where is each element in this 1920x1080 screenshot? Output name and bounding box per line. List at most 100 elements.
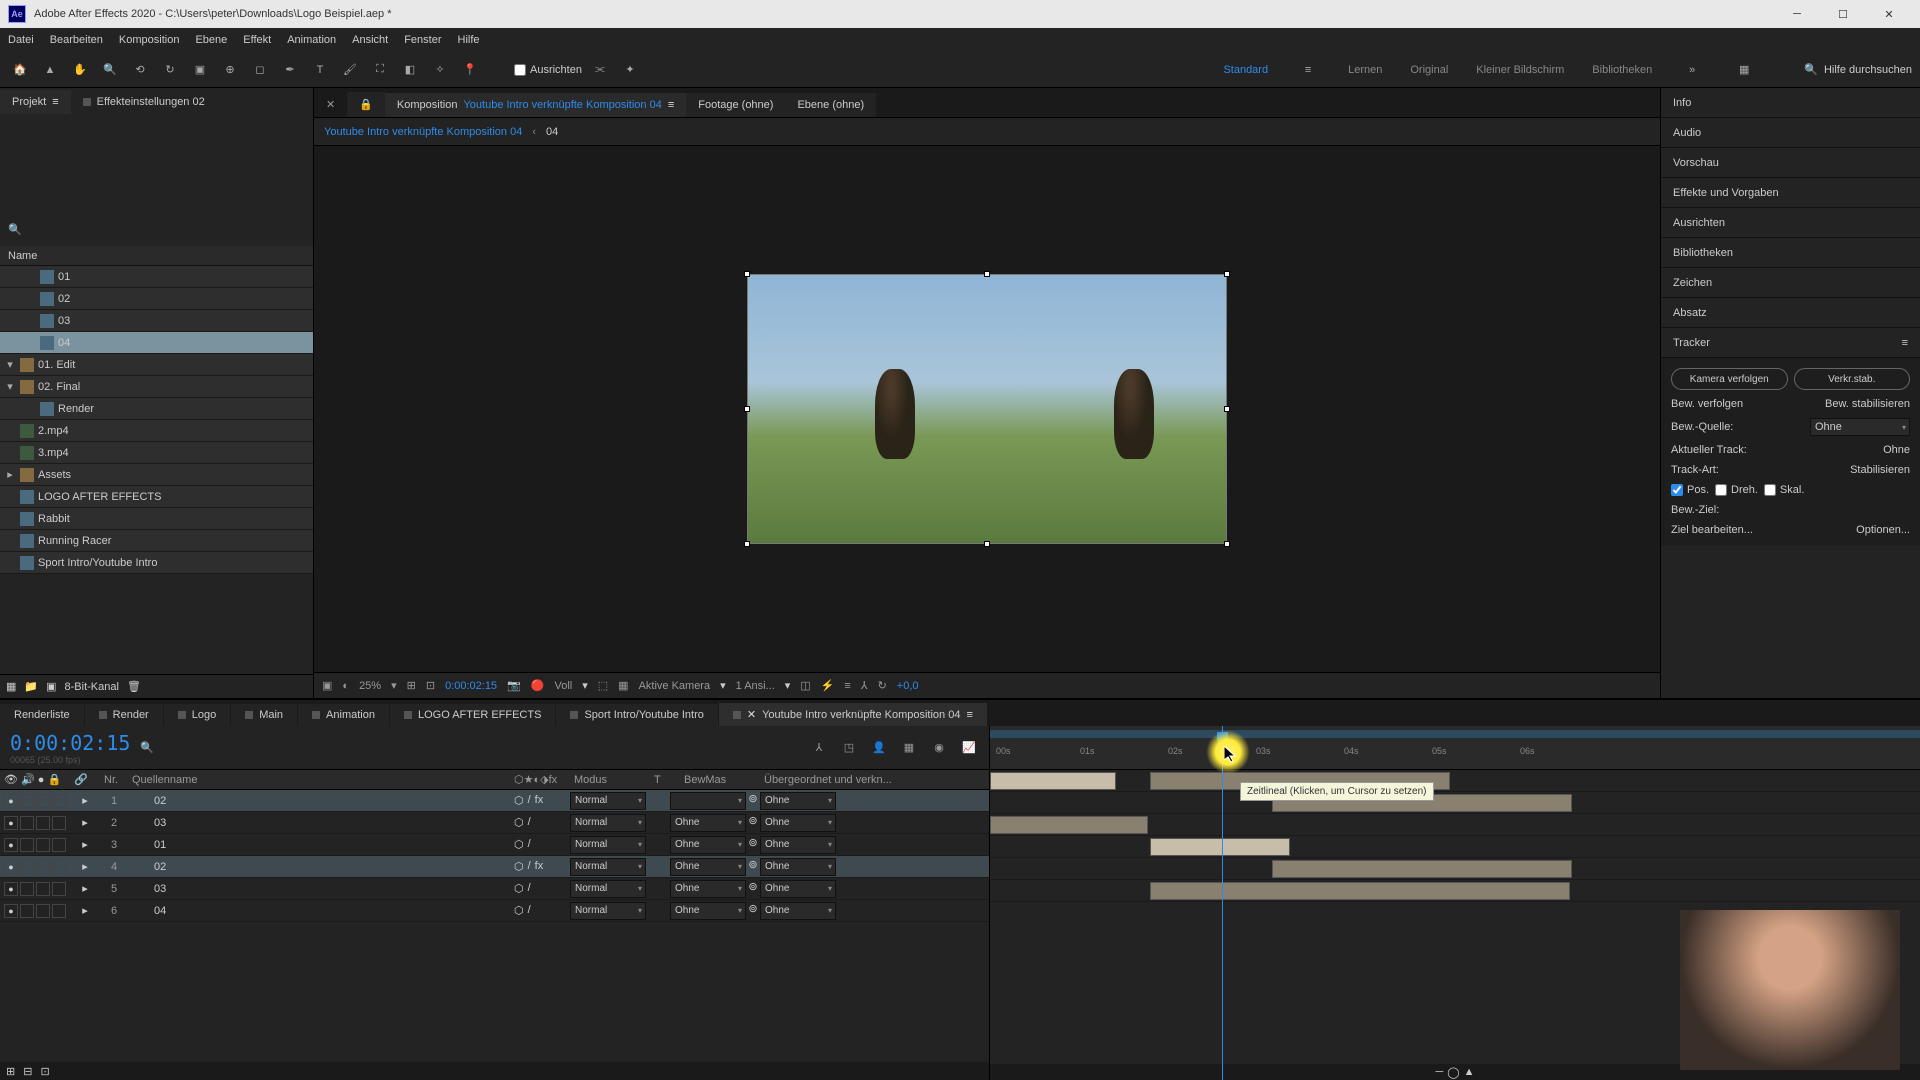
project-item[interactable]: LOGO AFTER EFFECTS (0, 486, 313, 508)
rotate-tool-icon[interactable]: ↻ (158, 58, 182, 82)
workspace-lernen[interactable]: Lernen (1348, 64, 1382, 76)
mode-select[interactable]: Normal (570, 880, 646, 898)
eraser-tool-icon[interactable]: ◧ (398, 58, 422, 82)
panel-tracker[interactable]: Tracker≡ (1661, 328, 1920, 358)
bpc-label[interactable]: 8-Bit-Kanal (65, 681, 119, 693)
layer-row[interactable]: ●▸503⬡/NormalOhne⊚Ohne (0, 878, 989, 900)
workspace-standard[interactable]: Standard (1223, 64, 1268, 76)
snapping-icon[interactable]: ⫘ (588, 58, 612, 82)
hand-tool-icon[interactable]: ✋ (68, 58, 92, 82)
tab-effekteinstellungen[interactable]: Effekteinstellungen 02 (71, 90, 217, 114)
layer-row[interactable]: ●▸402⬡/fxNormalOhne⊚Ohne (0, 856, 989, 878)
timeline-tab[interactable]: Renderliste (0, 704, 84, 726)
guides-icon[interactable]: ⊡ (426, 679, 435, 692)
breadcrumb-sub[interactable]: 04 (546, 126, 558, 138)
camera-select[interactable]: Aktive Kamera (639, 680, 711, 692)
timeline-tab[interactable]: Animation (298, 704, 389, 726)
toggle-in-out-icon[interactable]: ⊡ (40, 1065, 49, 1078)
resolution-select[interactable]: Voll (554, 680, 572, 692)
clip-layer-1[interactable] (990, 772, 1116, 790)
lock-icon[interactable]: 🔒 (48, 774, 62, 786)
project-item[interactable]: 02 (0, 288, 313, 310)
ausrichten-checkbox[interactable]: Ausrichten (514, 64, 582, 76)
menu-bearbeiten[interactable]: Bearbeiten (50, 34, 103, 46)
shape-tool-icon[interactable]: ◻ (248, 58, 272, 82)
project-search[interactable]: 🔍 (0, 216, 313, 246)
workspace-grid-icon[interactable]: ▦ (1732, 58, 1756, 82)
trkmat-select[interactable]: Ohne (670, 858, 746, 876)
clip-layer-5[interactable] (1272, 860, 1572, 878)
parent-select[interactable]: Ohne (760, 880, 836, 898)
panel-audio[interactable]: Audio (1661, 118, 1920, 148)
timeline-tab[interactable]: Render (85, 704, 163, 726)
menu-datei[interactable]: Datei (8, 34, 34, 46)
clip-layer-3[interactable] (990, 816, 1148, 834)
new-folder-icon[interactable]: 📁 (24, 680, 38, 693)
composition-viewer[interactable] (314, 146, 1660, 672)
mask-icon[interactable]: ◐ (342, 680, 349, 692)
menu-hilfe[interactable]: Hilfe (458, 34, 480, 46)
panel-info[interactable]: Info (1661, 88, 1920, 118)
interpret-icon[interactable]: ▦ (6, 680, 16, 693)
exposure-value[interactable]: +0,0 (897, 680, 919, 692)
breadcrumb-comp[interactable]: Youtube Intro verknüpfte Komposition 04 (324, 126, 522, 138)
panel-ausrichten[interactable]: Ausrichten (1661, 208, 1920, 238)
current-timecode[interactable]: 0:00:02:15 (10, 731, 130, 755)
time-ruler[interactable]: 00s 01s 02s 03s 04s 05s 06s (990, 726, 1920, 770)
panel-effekte[interactable]: Effekte und Vorgaben (1661, 178, 1920, 208)
stamp-tool-icon[interactable]: ⛶ (368, 58, 392, 82)
menu-ansicht[interactable]: Ansicht (352, 34, 388, 46)
minimize-button[interactable]: ─ (1774, 0, 1820, 28)
alpha-icon[interactable]: ▣ (322, 679, 332, 692)
trkmat-select[interactable]: Ohne (670, 902, 746, 920)
fast-preview-icon[interactable]: ⚡ (821, 679, 835, 692)
panel-zeichen[interactable]: Zeichen (1661, 268, 1920, 298)
menu-animation[interactable]: Animation (287, 34, 336, 46)
pos-checkbox[interactable]: Pos. (1671, 484, 1709, 496)
timeline-icon[interactable]: ≡ (844, 680, 850, 692)
mode-select[interactable]: Normal (570, 814, 646, 832)
pixel-aspect-icon[interactable]: ◫ (800, 679, 810, 692)
chevron-left-icon[interactable]: ‹ (532, 126, 536, 138)
workspace-original[interactable]: Original (1410, 64, 1448, 76)
reset-exposure-icon[interactable]: ↻ (878, 679, 887, 692)
trkmat-select[interactable]: Ohne (670, 836, 746, 854)
clip-layer-6[interactable] (1150, 882, 1570, 900)
mode-select[interactable]: Normal (570, 792, 646, 810)
panel-vorschau[interactable]: Vorschau (1661, 148, 1920, 178)
close-button[interactable]: ✕ (1866, 0, 1912, 28)
dreh-checkbox[interactable]: Dreh. (1715, 484, 1758, 496)
comp-mini-flowchart-icon[interactable]: ⅄ (809, 738, 829, 758)
layer-row[interactable]: ●▸301⬡/NormalOhne⊚Ohne (0, 834, 989, 856)
timeline-tab[interactable]: ✕ Youtube Intro verknüpfte Komposition 0… (719, 703, 987, 726)
orbit-tool-icon[interactable]: ⟲ (128, 58, 152, 82)
snapping-options-icon[interactable]: ✦ (618, 58, 642, 82)
layer-row[interactable]: ●▸604⬡/NormalOhne⊚Ohne (0, 900, 989, 922)
project-item[interactable]: 2.mp4 (0, 420, 313, 442)
quelle-select[interactable]: Ohne (1810, 418, 1910, 436)
layer-row[interactable]: ●▸102⬡/fxNormal⊚Ohne (0, 790, 989, 812)
selection-tool-icon[interactable]: ▲ (38, 58, 62, 82)
viewer-timecode[interactable]: 0:00:02:15 (445, 680, 497, 692)
eye-icon[interactable]: 👁 (4, 774, 18, 786)
toggle-modes-icon[interactable]: ⊟ (23, 1065, 32, 1078)
project-item[interactable]: ▾02. Final (0, 376, 313, 398)
menu-komposition[interactable]: Komposition (119, 34, 180, 46)
project-col-name[interactable]: Name (8, 250, 37, 262)
tab-projekt[interactable]: Projekt ≡ (0, 90, 71, 114)
timeline-search-icon[interactable]: 🔍 (140, 741, 154, 754)
parent-select[interactable]: Ohne (760, 792, 836, 810)
kamera-verfolgen-button[interactable]: Kamera verfolgen (1671, 368, 1788, 390)
trkmat-select[interactable]: Ohne (670, 880, 746, 898)
timeline-tab[interactable]: Sport Intro/Youtube Intro (556, 704, 717, 726)
brush-tool-icon[interactable]: 🖌 (338, 58, 362, 82)
project-item[interactable]: Render (0, 398, 313, 420)
timeline-tab[interactable]: Logo (164, 704, 230, 726)
new-comp-icon[interactable]: ▣ (46, 680, 56, 693)
snapshot-icon[interactable]: 📷 (507, 679, 521, 692)
verkr-stab-button[interactable]: Verkr.stab. (1794, 368, 1911, 390)
maximize-button[interactable]: ☐ (1820, 0, 1866, 28)
zoom-value[interactable]: 25% (359, 680, 381, 692)
puppet-tool-icon[interactable]: 📍 (458, 58, 482, 82)
toggle-switches-icon[interactable]: ⊞ (6, 1065, 15, 1078)
